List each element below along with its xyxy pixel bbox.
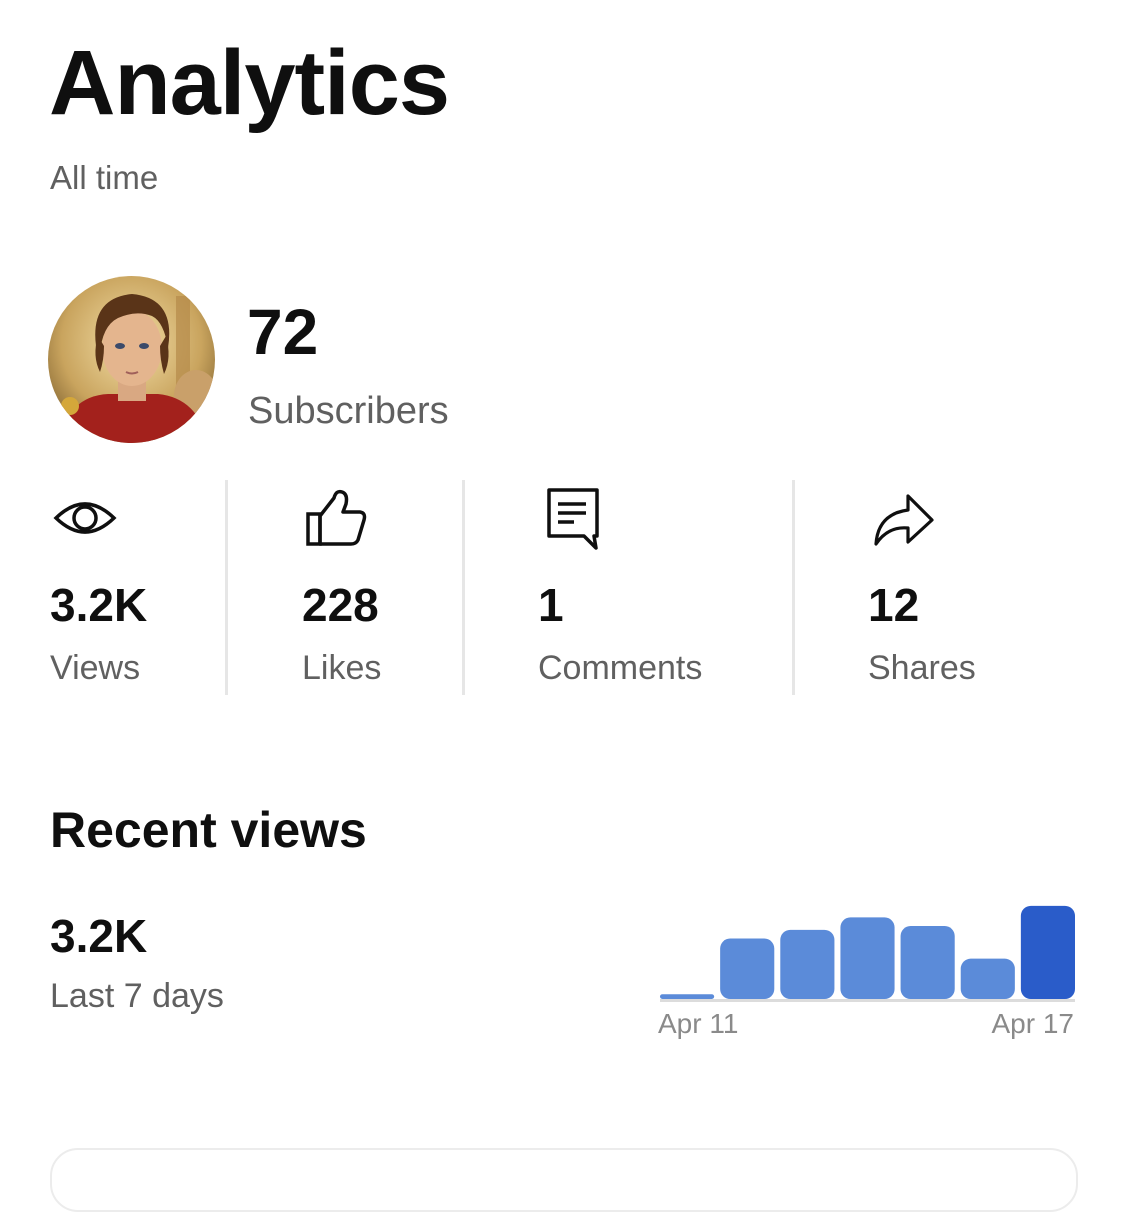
subscriber-label: Subscribers	[248, 390, 449, 432]
share-icon	[874, 494, 934, 546]
x-tick-start: Apr 11	[658, 1008, 739, 1039]
recent-views-chart[interactable]: Apr 11 Apr 17	[655, 895, 1080, 1055]
eye-icon	[53, 502, 117, 534]
channel-avatar[interactable]	[48, 276, 215, 443]
stat-label: Likes	[302, 649, 382, 687]
stat-views[interactable]: 3.2K Views	[50, 480, 220, 695]
stat-label: Comments	[538, 649, 703, 687]
stat-value: 3.2K	[50, 579, 148, 631]
stat-value: 1	[538, 579, 564, 631]
stat-likes[interactable]: 228 Likes	[302, 480, 452, 695]
recent-views-title: Recent views	[50, 802, 367, 858]
chart-bar-apr-11	[660, 994, 715, 999]
stat-value: 12	[868, 579, 920, 631]
stat-label: Shares	[868, 649, 976, 687]
stat-comments[interactable]: 1 Comments	[538, 480, 778, 695]
comment-icon	[547, 488, 599, 550]
stat-label: Views	[50, 649, 141, 687]
chart-bar-apr-17	[1020, 905, 1075, 999]
avatar-image	[48, 276, 215, 443]
recent-views-period: Last 7 days	[50, 977, 224, 1015]
subscriber-count: 72	[247, 296, 319, 368]
next-card[interactable]	[50, 1148, 1078, 1212]
stat-value: 228	[302, 579, 379, 631]
page-title: Analytics	[49, 32, 450, 134]
x-tick-end: Apr 17	[991, 1008, 1075, 1039]
recent-views-count: 3.2K	[50, 910, 148, 962]
thumbs-up-icon	[306, 489, 367, 546]
chart-bar-apr-15	[900, 926, 955, 999]
bar-chart	[660, 905, 1075, 1002]
stat-divider	[462, 480, 465, 695]
time-range-label[interactable]: All time	[50, 158, 158, 198]
chart-bar-apr-13	[780, 929, 835, 999]
stat-divider	[225, 480, 228, 695]
chart-bar-apr-12	[720, 938, 775, 999]
chart-bar-apr-14	[840, 917, 895, 999]
stat-divider	[792, 480, 795, 695]
stat-shares[interactable]: 12 Shares	[868, 480, 1068, 695]
chart-bar-apr-16	[960, 958, 1015, 999]
